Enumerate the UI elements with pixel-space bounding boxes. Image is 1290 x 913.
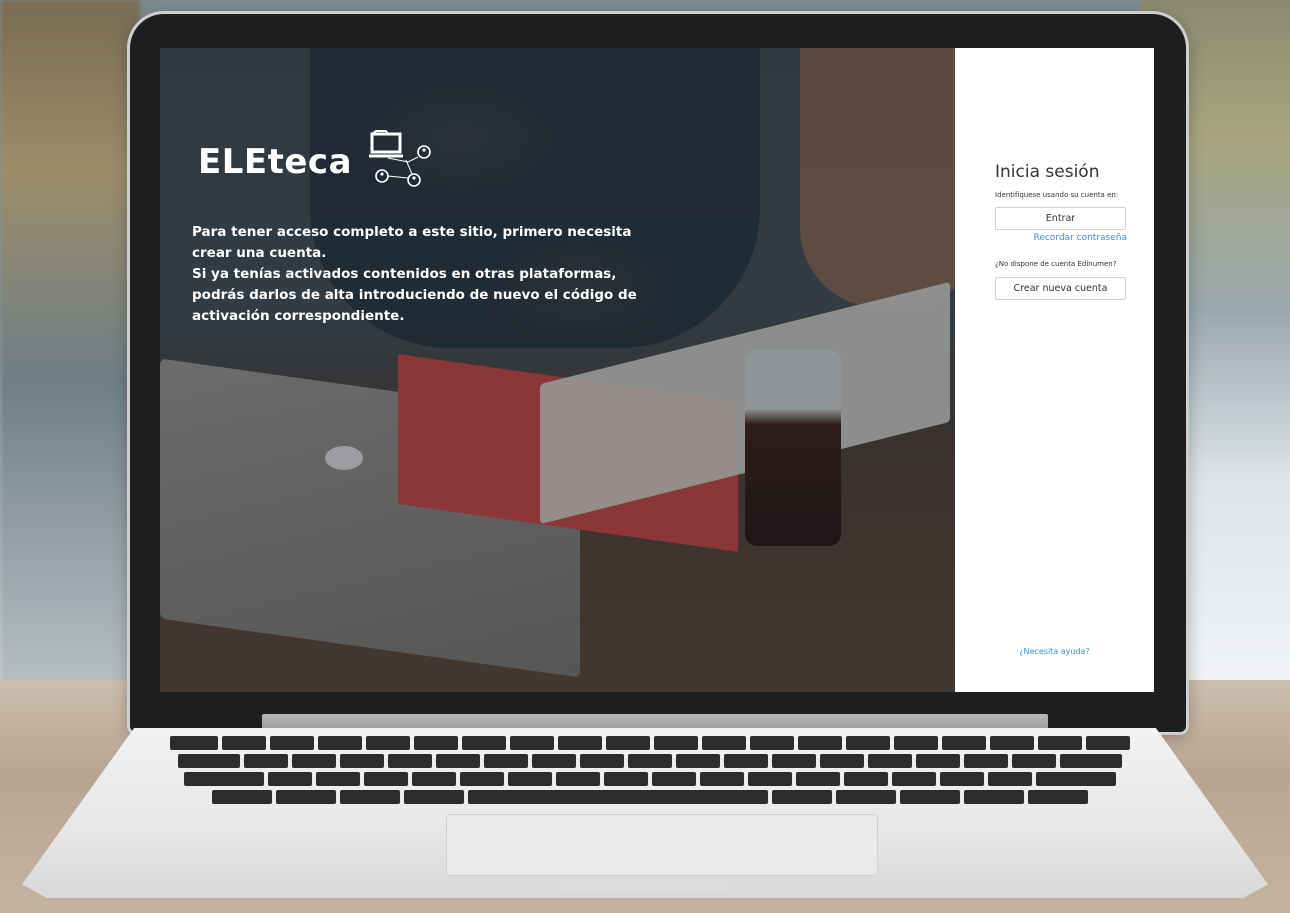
brand-logo: ELEteca [198, 130, 438, 194]
laptop-network-icon [368, 130, 438, 194]
login-panel: Inicia sesión Identifíquese usando su cu… [955, 48, 1154, 692]
laptop-trackpad [446, 814, 878, 876]
help-link[interactable]: ¿Necesita ayuda? [955, 647, 1154, 656]
hero-line-2: Si ya tenías activados contenidos en otr… [192, 266, 637, 324]
create-account-button[interactable]: Crear nueva cuenta [995, 277, 1126, 300]
hero-message: Para tener acceso completo a este sitio,… [192, 222, 652, 327]
laptop-screen: ELEteca Para tener acceso completo a est… [160, 48, 1154, 692]
laptop-keyboard [150, 736, 1150, 810]
background-shelf-left [0, 0, 140, 690]
login-title: Inicia sesión [995, 162, 1100, 182]
laptop-front-notch [560, 880, 730, 894]
no-account-text: ¿No dispone de cuenta Edinumen? [995, 260, 1117, 268]
hero-line-1: Para tener acceso completo a este sitio,… [192, 224, 632, 261]
login-subtitle: Identifíquese usando su cuenta en: [995, 191, 1119, 199]
hero-image: ELEteca Para tener acceso completo a est… [160, 48, 970, 692]
enter-button[interactable]: Entrar [995, 207, 1126, 230]
brand-name: ELEteca [198, 142, 353, 182]
remember-password-link[interactable]: Recordar contraseña [1033, 233, 1127, 243]
